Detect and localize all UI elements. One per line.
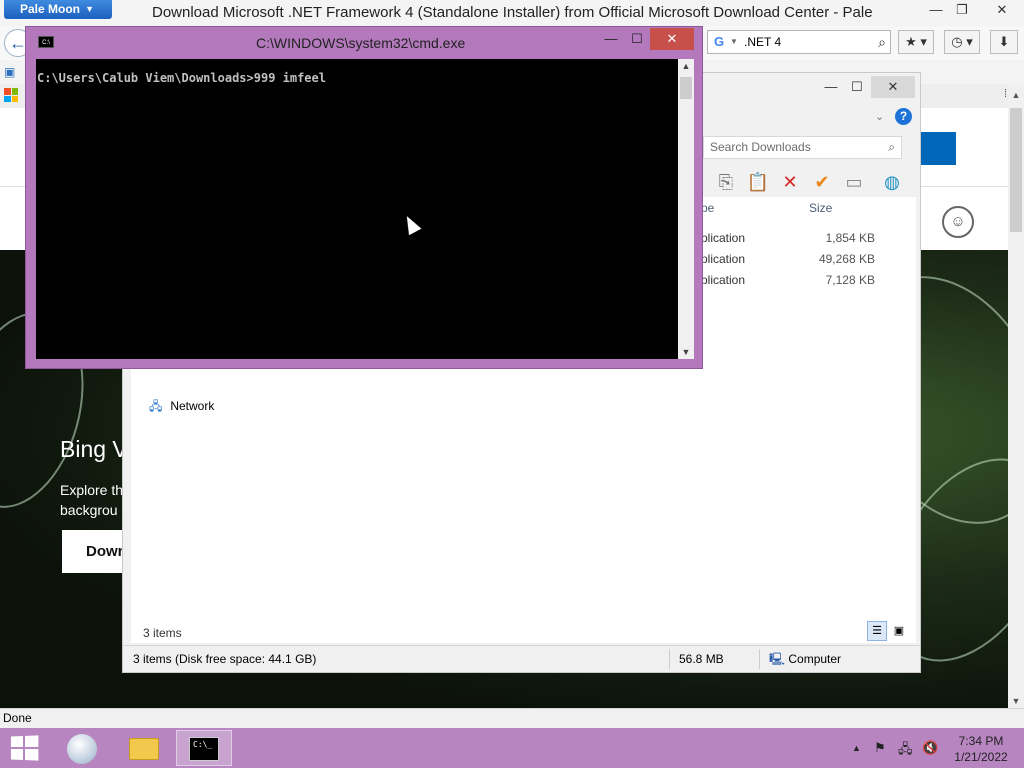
close-button[interactable]: ✕: [988, 0, 1016, 20]
delete-icon[interactable]: ✕: [777, 169, 803, 195]
cmd-maximize-button[interactable]: ☐: [626, 28, 648, 50]
scroll-up-arrow-icon[interactable]: ▲: [1008, 90, 1024, 100]
nav-network-item[interactable]: 🖧 Network: [149, 397, 214, 418]
browser-status-bar: Done: [0, 708, 1024, 728]
cmd-window-title: C:\WINDOWS\system32\cmd.exe: [256, 35, 466, 51]
minimize-button[interactable]: —: [922, 0, 950, 20]
scroll-up-arrow-icon[interactable]: ▲: [678, 61, 694, 71]
column-header-type[interactable]: pe: [701, 201, 714, 215]
explorer-status-bar: 3 items (Disk free space: 44.1 GB) 56.8 …: [123, 645, 920, 672]
explorer-maximize-button[interactable]: ☐: [843, 76, 871, 98]
downloads-button[interactable]: ⬇: [990, 30, 1018, 54]
status-items-free: 3 items (Disk free space: 44.1 GB): [133, 652, 317, 666]
cmd-scrollbar-thumb[interactable]: [680, 77, 692, 99]
status-divider: [759, 649, 760, 669]
nav-network-label: Network: [170, 399, 215, 413]
cmd-prompt-line: C:\Users\Calub Viem\Downloads>999 imfeel: [37, 71, 326, 85]
pale-moon-icon: [67, 734, 97, 764]
file-type: plication: [701, 231, 746, 245]
page-scrollbar[interactable]: ▲ ▼: [1008, 84, 1024, 708]
site-header-button[interactable]: [920, 132, 956, 165]
search-input[interactable]: .NET 4: [744, 35, 781, 49]
explorer-search-placeholder: Search Downloads: [710, 140, 811, 154]
search-bar[interactable]: G ▼ .NET 4 ⌕: [707, 30, 891, 54]
web-globe-icon[interactable]: ◍: [879, 169, 905, 195]
file-type: plication: [701, 273, 746, 287]
clock-date: 1/21/2022: [954, 750, 1008, 764]
show-hidden-icons-icon[interactable]: ▲: [852, 743, 861, 753]
file-size: 1,854 KB: [825, 231, 875, 245]
cmd-window: C:\ C:\WINDOWS\system32\cmd.exe — ☐ ✕ C:…: [25, 26, 703, 369]
app-menu-label: Pale Moon: [20, 2, 81, 16]
windows-start-icon[interactable]: [10, 735, 39, 761]
checkmark-icon[interactable]: ✔: [809, 169, 835, 195]
folder-icon: [129, 738, 159, 760]
hero-text-line: backgrou: [60, 502, 118, 518]
action-center-flag-icon[interactable]: ⚑: [874, 740, 886, 756]
clock-icon: ◷: [951, 34, 963, 49]
search-icon[interactable]: ⌕: [878, 31, 886, 53]
network-icon: 🖧: [149, 399, 163, 413]
cmd-scrollbar[interactable]: ▲ ▼: [678, 59, 694, 359]
bookmark-star-icon: ★: [905, 34, 917, 49]
bookmark-page-icon[interactable]: ▣: [4, 65, 15, 79]
explorer-minimize-button[interactable]: —: [817, 76, 845, 98]
restore-button[interactable]: ❐: [948, 0, 976, 20]
taskbar: C:\_ ▲ ⚑ 🖧 🔇 7:34 PM 1/21/2022: [0, 728, 1024, 768]
volume-muted-icon[interactable]: 🔇: [922, 740, 938, 756]
app-menu-button[interactable]: Pale Moon ▼: [4, 0, 112, 19]
paste-icon[interactable]: 📋: [745, 169, 771, 195]
microsoft-logo-icon[interactable]: [4, 88, 18, 102]
computer-icon: 🖳: [769, 652, 786, 666]
account-avatar-icon[interactable]: ☺: [942, 206, 974, 238]
item-count: 3 items: [143, 626, 182, 640]
history-button[interactable]: ◷ ▾: [944, 30, 980, 54]
status-divider: [669, 649, 670, 669]
scroll-down-arrow-icon[interactable]: ▼: [678, 347, 694, 357]
bookmarks-menu-button[interactable]: ★ ▾: [898, 30, 934, 54]
cmd-icon: C:\_: [189, 737, 219, 761]
window-title: Download Microsoft .NET Framework 4 (Sta…: [152, 4, 873, 21]
taskbar-cmd[interactable]: C:\_: [176, 730, 232, 766]
column-header-size[interactable]: Size: [809, 201, 832, 215]
search-engine-dropdown-icon[interactable]: ▼: [730, 31, 738, 53]
google-icon: G: [714, 34, 725, 49]
hero-title: Bing V: [60, 436, 128, 462]
explorer-close-button[interactable]: ✕: [871, 76, 915, 98]
status-total-size: 56.8 MB: [679, 652, 724, 666]
download-arrow-icon: ⬇: [998, 34, 1010, 49]
copy-icon[interactable]: ⎘: [713, 169, 739, 195]
status-location-label: Computer: [788, 652, 842, 666]
details-view-icon[interactable]: ☰: [867, 621, 887, 641]
scrollbar-thumb[interactable]: [1010, 108, 1022, 232]
cmd-minimize-button[interactable]: —: [600, 28, 622, 50]
cmd-close-button[interactable]: ✕: [650, 28, 694, 50]
network-status-icon[interactable]: 🖧: [898, 740, 913, 762]
status-location: 🖳 Computer: [769, 646, 841, 672]
file-size: 49,268 KB: [818, 252, 875, 266]
taskbar-pale-moon[interactable]: [54, 730, 110, 766]
system-clock[interactable]: 7:34 PM 1/21/2022: [944, 733, 1018, 765]
clock-time: 7:34 PM: [958, 734, 1004, 748]
cmd-console-area[interactable]: C:\Users\Calub Viem\Downloads>999 imfeel: [36, 59, 678, 359]
search-icon: ⌕: [888, 140, 895, 154]
properties-icon[interactable]: ▭: [841, 169, 867, 195]
address-dropdown-icon[interactable]: ⌄: [875, 110, 884, 123]
explorer-search-input[interactable]: Search Downloads ⌕: [703, 136, 902, 159]
large-icons-view-icon[interactable]: ▣: [889, 621, 909, 641]
file-size: 7,128 KB: [825, 273, 875, 287]
hero-description: Explore th backgrou: [60, 480, 123, 520]
scroll-down-arrow-icon[interactable]: ▼: [1008, 696, 1024, 706]
hero-text-line: Explore th: [60, 482, 124, 498]
status-text: Done: [3, 711, 32, 725]
help-icon[interactable]: ?: [895, 108, 912, 125]
chevron-down-icon: ▼: [85, 4, 94, 14]
file-type: plication: [701, 252, 746, 266]
browser-titlebar: Pale Moon ▼ Download Microsoft .NET Fram…: [0, 0, 1024, 26]
taskbar-file-explorer[interactable]: [116, 730, 172, 766]
cmd-app-icon[interactable]: C:\: [38, 36, 54, 48]
